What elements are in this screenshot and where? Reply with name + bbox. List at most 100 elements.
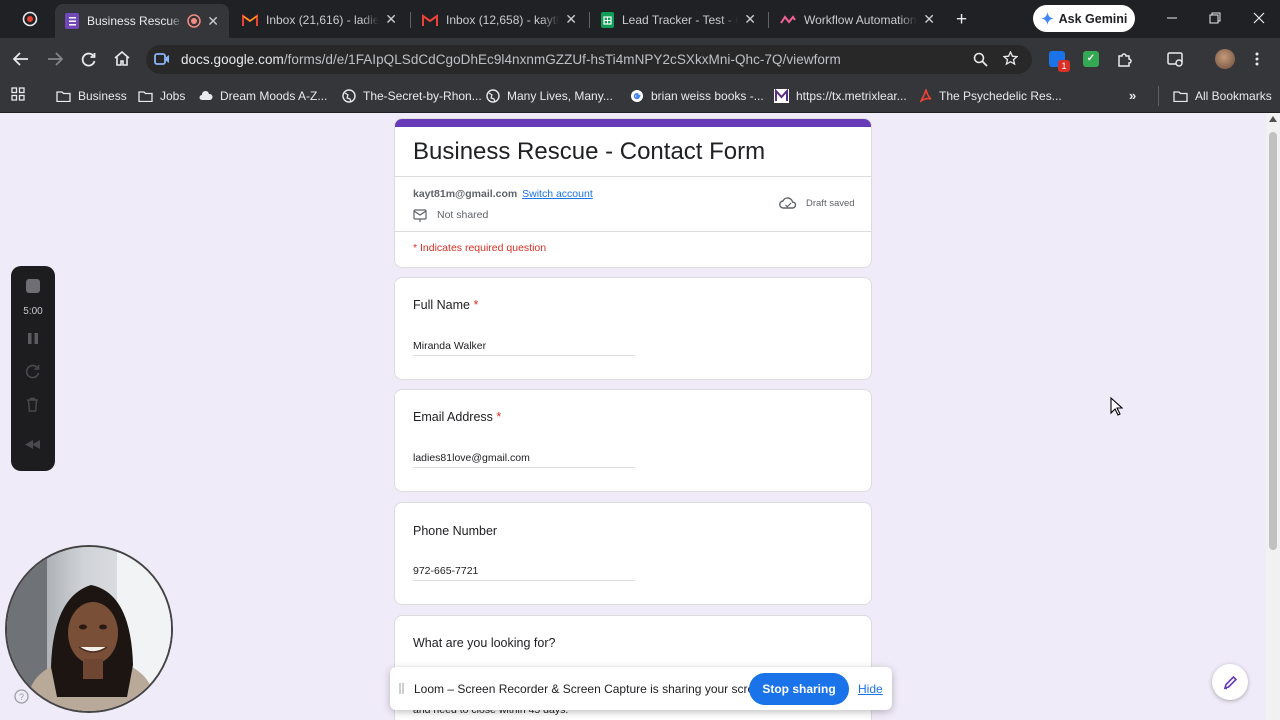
home-icon[interactable] bbox=[114, 51, 130, 66]
help-icon[interactable]: ? bbox=[14, 689, 29, 704]
recording-icon bbox=[187, 14, 202, 28]
not-shared-icon bbox=[413, 208, 427, 222]
bookmark-many-lives[interactable]: Many Lives, Many... bbox=[486, 86, 613, 106]
bookmark-label: Many Lives, Many... bbox=[507, 89, 613, 103]
bookmark-label: Dream Moods A-Z... bbox=[220, 89, 328, 103]
question-label-wrap: What are you looking for? bbox=[413, 636, 555, 650]
draft-saved-label: Draft saved bbox=[806, 198, 855, 209]
extensions-puzzle-icon[interactable] bbox=[1117, 51, 1133, 67]
apps-grid-icon[interactable] bbox=[11, 87, 25, 101]
tab-title: Business Rescue - C bbox=[87, 14, 183, 28]
stop-sharing-button[interactable]: Stop sharing bbox=[749, 673, 849, 705]
pencil-icon bbox=[1223, 675, 1238, 690]
gemini-icon bbox=[1040, 12, 1054, 25]
question-label: Email Address bbox=[413, 410, 493, 424]
bookmark-label: The Psychedelic Res... bbox=[939, 89, 1062, 103]
tab-search-icon[interactable] bbox=[22, 11, 38, 27]
ask-gemini-label: Ask Gemini bbox=[1058, 11, 1128, 26]
drag-handle-icon[interactable] bbox=[399, 682, 404, 695]
bookmark-star-icon[interactable] bbox=[1003, 51, 1018, 66]
close-window-icon[interactable] bbox=[1253, 12, 1265, 24]
close-tab-icon[interactable]: ✕ bbox=[207, 13, 219, 30]
url-text[interactable]: docs.google.com/forms/d/e/1FAIpQLSdCdCgo… bbox=[181, 52, 841, 67]
google-sheets-icon bbox=[601, 11, 614, 28]
form-header-card: Business Rescue - Contact Form kayt81m@g… bbox=[394, 118, 872, 268]
question-label-wrap: Phone Number bbox=[413, 524, 497, 538]
bookmark-label: Jobs bbox=[160, 89, 186, 103]
extension-badge: 1 bbox=[1058, 60, 1070, 72]
loom-restart-icon[interactable] bbox=[25, 364, 40, 379]
tab-inbox-ladies[interactable]: Inbox (21,616) - ladies ✕ bbox=[232, 5, 407, 34]
input-underline bbox=[413, 580, 635, 581]
loom-camera-bubble[interactable] bbox=[5, 545, 173, 713]
side-panel-icon[interactable] bbox=[1167, 51, 1184, 67]
hide-sharing-link[interactable]: Hide bbox=[858, 682, 883, 696]
grammar-extension-icon[interactable]: ✓ bbox=[1083, 51, 1099, 67]
email-address-input[interactable]: ladies81love@gmail.com bbox=[413, 452, 530, 464]
bookmark-brian-weiss[interactable]: brian weiss books -... bbox=[630, 86, 764, 106]
tab-title: Lead Tracker - Test - G bbox=[622, 12, 739, 27]
close-tab-icon[interactable]: ✕ bbox=[385, 11, 397, 28]
close-tab-icon[interactable]: ✕ bbox=[565, 11, 577, 28]
tab-title: Inbox (21,616) - ladies bbox=[266, 12, 380, 27]
required-asterisk: * bbox=[473, 298, 479, 312]
question-phone-number: Phone Number 972-665-7721 bbox=[394, 502, 872, 605]
forward-icon[interactable] bbox=[47, 52, 63, 66]
cloud-saved-icon bbox=[779, 196, 797, 210]
bookmark-business[interactable]: Business bbox=[56, 86, 127, 106]
full-name-input[interactable]: Miranda Walker bbox=[413, 340, 486, 352]
url-host: docs.google.com bbox=[181, 52, 284, 67]
bookmark-dream-moods[interactable]: Dream Moods A-Z... bbox=[199, 86, 327, 106]
browser-menu-icon[interactable] bbox=[1255, 52, 1259, 66]
all-bookmarks[interactable]: All Bookmarks bbox=[1173, 86, 1272, 106]
switch-account-link[interactable]: Switch account bbox=[522, 188, 593, 200]
edit-form-button[interactable] bbox=[1212, 664, 1248, 700]
site-info-icon[interactable] bbox=[154, 52, 170, 66]
url-path: /forms/d/e/1FAIpQLSdCdCgoDhEc9l4nxnmGZZU… bbox=[283, 52, 841, 67]
tab-title: Workflow Automation bbox=[804, 12, 917, 27]
svg-text:?: ? bbox=[19, 692, 24, 702]
bookmark-metrix[interactable]: https://tx.metrixlear... bbox=[774, 86, 907, 106]
bookmark-the-secret[interactable]: The-Secret-by-Rhon... bbox=[342, 86, 482, 106]
bookmark-psychedelic[interactable]: The Psychedelic Res... bbox=[920, 86, 1062, 106]
minimize-icon[interactable] bbox=[1166, 10, 1178, 26]
reload-icon[interactable] bbox=[81, 52, 96, 67]
bookmark-label: Business bbox=[78, 89, 127, 103]
question-label: Full Name bbox=[413, 298, 470, 312]
form-title: Business Rescue - Contact Form bbox=[413, 138, 766, 165]
question-label-wrap: Full Name * bbox=[413, 298, 478, 312]
tab-inbox-kayt[interactable]: Inbox (12,658) - kayt8 ✕ bbox=[412, 5, 587, 34]
loom-pause-icon[interactable] bbox=[27, 332, 39, 345]
close-tab-icon[interactable]: ✕ bbox=[744, 11, 756, 28]
workflow-icon bbox=[780, 14, 796, 25]
restore-icon[interactable] bbox=[1209, 12, 1221, 24]
close-tab-icon[interactable]: ✕ bbox=[923, 11, 935, 28]
globe-icon bbox=[342, 89, 356, 103]
bookmarks-divider bbox=[1158, 86, 1159, 106]
tab-workflow-automation[interactable]: Workflow Automation ✕ bbox=[770, 5, 945, 34]
pdf-icon bbox=[920, 89, 932, 103]
question-label: What are you looking for? bbox=[413, 636, 556, 650]
scrollbar-thumb[interactable] bbox=[1269, 132, 1277, 550]
folder-icon bbox=[1173, 90, 1188, 102]
tab-lead-tracker[interactable]: Lead Tracker - Test - G ✕ bbox=[591, 5, 766, 34]
zoom-search-icon[interactable] bbox=[973, 52, 988, 67]
more-bookmarks-icon[interactable]: » bbox=[1129, 88, 1136, 103]
not-shared-label: Not shared bbox=[437, 209, 489, 221]
bookmark-label: brian weiss books -... bbox=[651, 89, 764, 103]
loom-collapse-icon[interactable] bbox=[24, 439, 41, 450]
required-note: * Indicates required question bbox=[413, 242, 547, 254]
new-tab-button[interactable]: + bbox=[956, 9, 967, 31]
scroll-up-arrow[interactable] bbox=[1269, 116, 1277, 122]
folder-icon bbox=[56, 90, 71, 102]
phone-number-input[interactable]: 972-665-7721 bbox=[413, 565, 478, 577]
loom-stop-icon[interactable] bbox=[26, 279, 40, 293]
back-icon[interactable] bbox=[13, 52, 29, 66]
ask-gemini-button[interactable]: Ask Gemini bbox=[1033, 5, 1135, 32]
profile-avatar[interactable] bbox=[1215, 49, 1235, 69]
loom-trash-icon[interactable] bbox=[26, 397, 39, 412]
input-underline bbox=[413, 355, 635, 356]
folder-icon bbox=[138, 90, 153, 102]
bookmark-jobs[interactable]: Jobs bbox=[138, 86, 185, 106]
tab-business-rescue[interactable]: Business Rescue - C ✕ bbox=[55, 4, 229, 38]
